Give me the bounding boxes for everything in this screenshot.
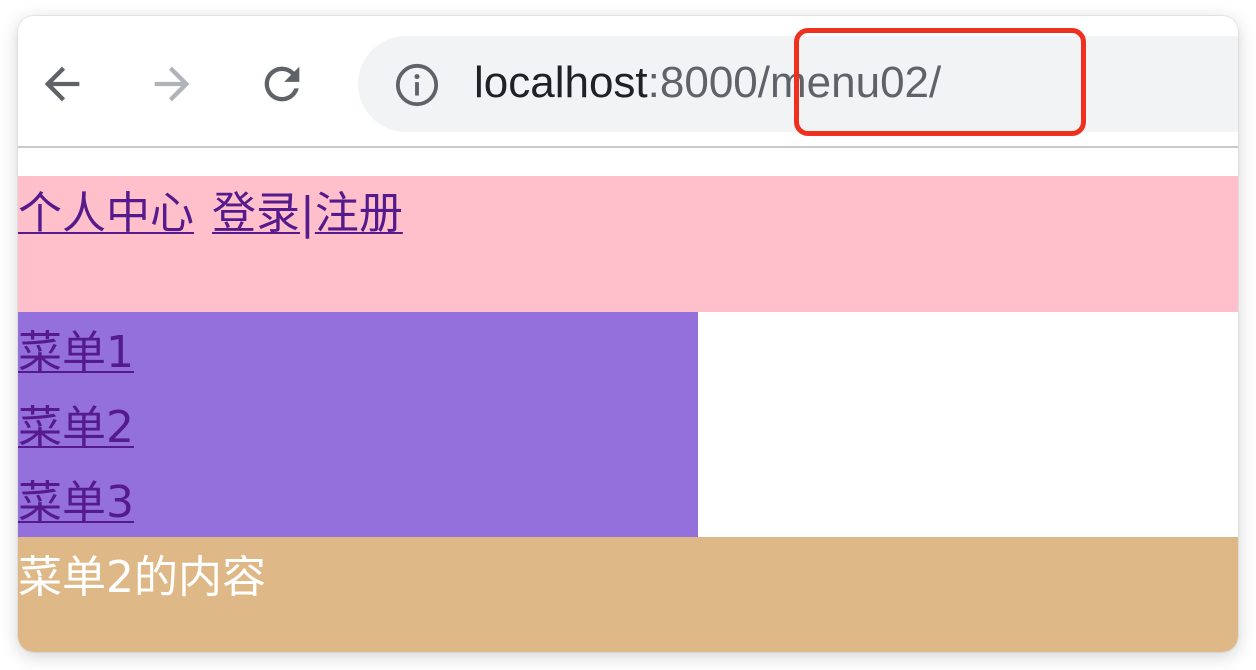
reload-icon: [264, 66, 300, 102]
menu-item-3[interactable]: 菜单3: [18, 462, 698, 537]
address-bar[interactable]: localhost:8000/menu02/: [358, 36, 1238, 132]
arrow-right-icon: [154, 66, 190, 102]
side-menu: 菜单1 菜单2 菜单3: [18, 312, 698, 537]
profile-link[interactable]: 个人中心: [18, 188, 194, 239]
back-button[interactable]: [32, 54, 92, 114]
link-separator: |: [300, 188, 315, 239]
menu-item-2[interactable]: 菜单2: [18, 387, 698, 462]
content-area: 菜单2的内容: [18, 537, 1238, 652]
browser-toolbar: localhost:8000/menu02/: [18, 16, 1238, 148]
url-path: :8000/menu02/: [647, 58, 942, 107]
page-header: 个人中心 登录|注册: [18, 176, 1238, 312]
content-text: 菜单2的内容: [18, 552, 266, 603]
reload-button[interactable]: [252, 54, 312, 114]
browser-window: localhost:8000/menu02/ 个人中心 登录|注册 菜单1 菜单2…: [18, 16, 1238, 652]
login-link[interactable]: 登录: [212, 188, 300, 239]
register-link[interactable]: 注册: [315, 188, 403, 239]
menu-item-1[interactable]: 菜单1: [18, 312, 698, 387]
url-text[interactable]: localhost:8000/menu02/: [474, 53, 941, 113]
url-host: localhost: [474, 58, 648, 107]
arrow-left-icon: [44, 66, 80, 102]
info-icon[interactable]: [394, 62, 440, 108]
forward-button[interactable]: [142, 54, 202, 114]
